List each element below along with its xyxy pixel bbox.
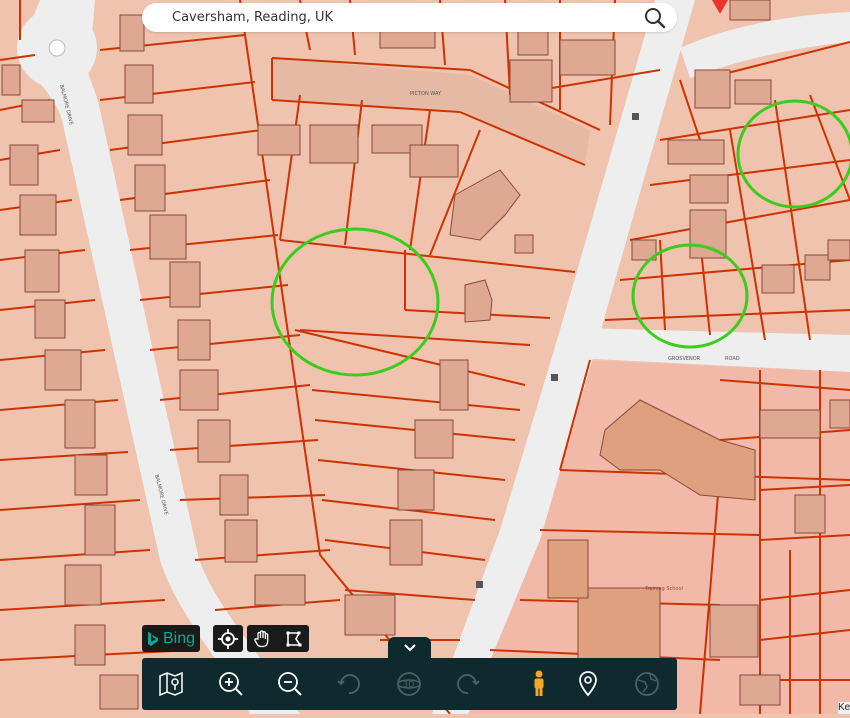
bing-logo-icon (147, 631, 158, 646)
bing-label: Bing (162, 629, 196, 647)
label-grosvenor: GROSVENOR (668, 356, 701, 362)
chevron-down-icon (403, 644, 416, 652)
zoom-out-icon (278, 672, 302, 696)
globe-view-button[interactable] (630, 667, 664, 701)
zoom-in-button[interactable] (214, 667, 248, 701)
drop-pin-button[interactable] (571, 667, 605, 701)
locate-button[interactable] (213, 625, 243, 652)
rotate-left-icon (337, 674, 360, 694)
map-canvas[interactable]: PICTON WAY BALMORE DRIVE BALMORE DRIVE G… (0, 0, 850, 715)
pegman-icon (534, 670, 544, 696)
toolbar-collapse-button[interactable] (388, 637, 431, 659)
map-svg[interactable]: PICTON WAY BALMORE DRIVE BALMORE DRIVE G… (0, 0, 850, 715)
map-pin-icon (579, 671, 597, 697)
3d-globe-icon: 3D (397, 672, 421, 696)
bing-badge: Bing (142, 625, 200, 652)
tool-group (247, 625, 309, 652)
label-road: ROAD (725, 356, 740, 362)
map-toolbar: 3D (142, 658, 677, 710)
search-button[interactable] (643, 6, 667, 30)
zoom-out-button[interactable] (273, 667, 307, 701)
cul-de-sac-center (48, 39, 66, 57)
rotate-right-icon (457, 674, 480, 694)
street-view-button[interactable] (522, 667, 556, 701)
label-picton-way: PICTON WAY (410, 91, 442, 97)
rotate-right-button[interactable] (451, 667, 485, 701)
search-icon (645, 8, 666, 29)
rotate-left-button[interactable] (332, 667, 366, 701)
zoom-in-icon (219, 672, 243, 696)
search-bar (142, 3, 677, 32)
label-training-school: Training School (644, 586, 683, 592)
crosshair-icon (218, 628, 238, 649)
draw-polygon-icon[interactable] (285, 630, 303, 648)
svg-text:3D: 3D (403, 680, 414, 689)
map-key-tag[interactable]: Ke (838, 702, 850, 714)
hand-pan-icon[interactable] (253, 629, 271, 648)
3d-view-button[interactable]: 3D (392, 667, 426, 701)
folded-map-icon (159, 671, 183, 697)
map-layers-button[interactable] (154, 667, 188, 701)
search-input[interactable] (172, 6, 632, 28)
globe-icon (635, 672, 659, 696)
